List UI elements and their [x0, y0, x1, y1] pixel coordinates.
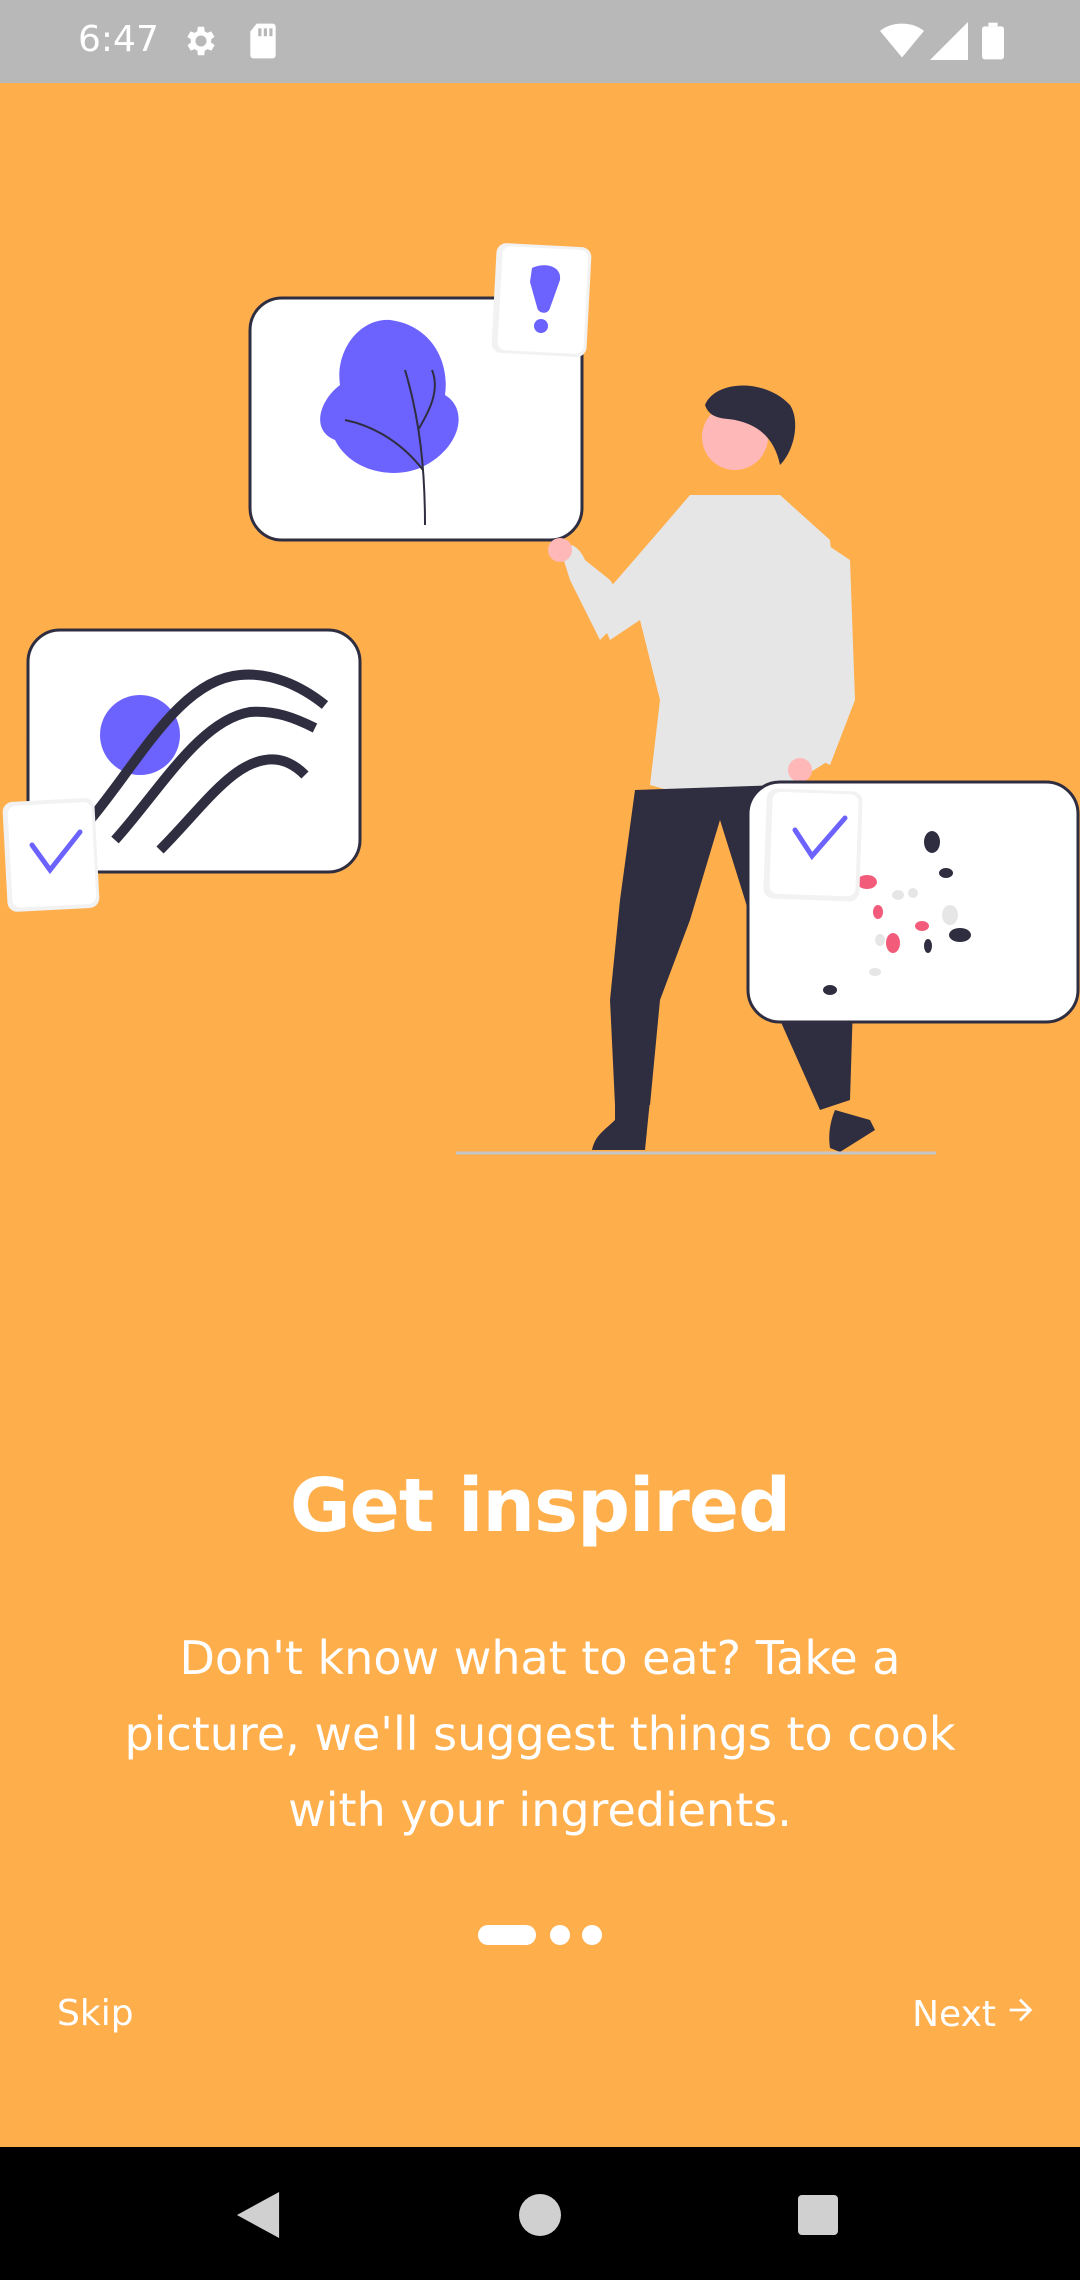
battery-icon — [982, 22, 1004, 65]
page-indicator-dot-active — [478, 1925, 536, 1945]
page-description: Don't know what to eat? Take a picture, … — [124, 1631, 956, 1837]
home-circle-icon[interactable] — [500, 2175, 580, 2255]
exclamation-note-illustration — [491, 243, 592, 357]
settings-gear-icon — [182, 22, 220, 65]
page-title: Get inspired — [289, 1463, 791, 1549]
check-note-right-illustration — [763, 788, 863, 902]
back-triangle-icon[interactable] — [218, 2175, 298, 2255]
page-indicator-dot — [582, 1925, 602, 1945]
system-nav-bar — [0, 2147, 1080, 2280]
recents-square-icon[interactable] — [778, 2175, 858, 2255]
page-indicator-dot — [550, 1925, 570, 1945]
wifi-icon — [880, 22, 924, 65]
skip-button[interactable]: Skip — [57, 1993, 134, 2034]
arrow-right-icon — [1004, 1993, 1038, 2036]
person-illustration — [548, 385, 875, 1152]
signal-icon — [930, 22, 968, 65]
page-indicator — [0, 1925, 1080, 1945]
status-bar: 6:47 — [0, 0, 1080, 83]
sd-card-icon — [246, 22, 280, 65]
next-button[interactable]: Next — [912, 1993, 1038, 2036]
onboarding-illustration — [0, 220, 1080, 1180]
next-button-label: Next — [912, 1994, 996, 2035]
check-note-left-illustration — [2, 798, 100, 912]
status-time: 6:47 — [78, 19, 159, 60]
